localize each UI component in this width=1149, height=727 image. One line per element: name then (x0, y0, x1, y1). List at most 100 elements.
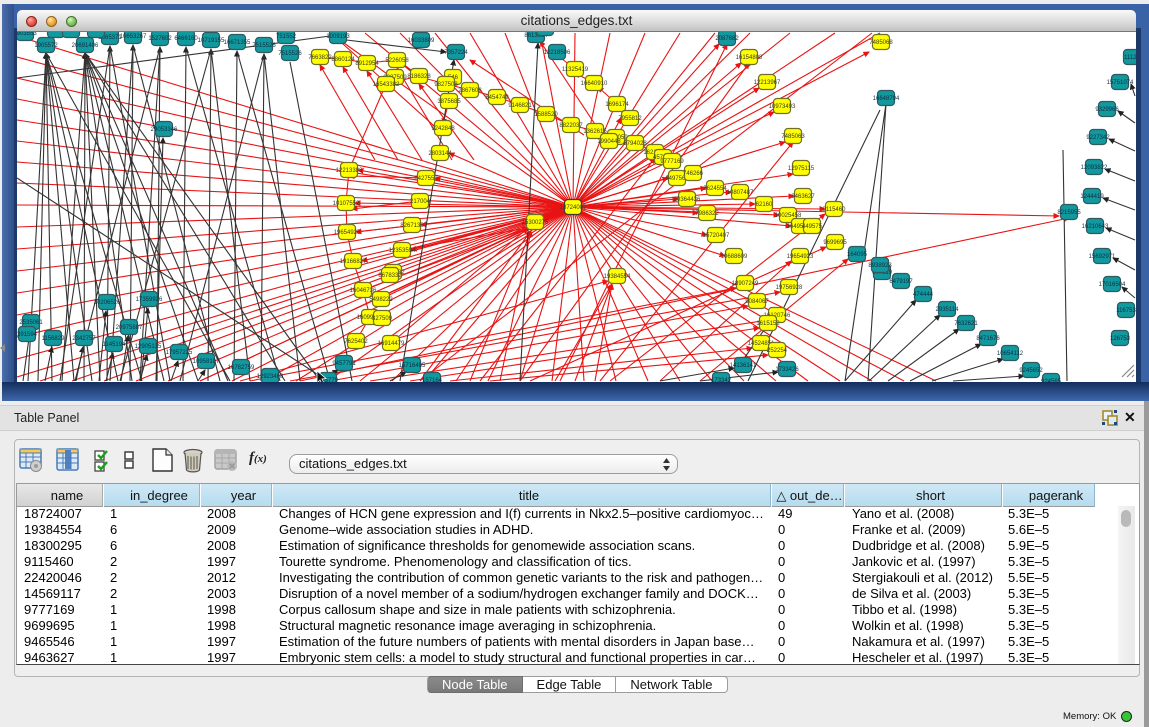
svg-text:9827508: 9827508 (434, 82, 458, 88)
svg-text:16033809: 16033809 (408, 38, 435, 44)
svg-text:1905572: 1905572 (34, 43, 58, 49)
svg-text:18907249: 18907249 (732, 281, 759, 287)
svg-text:8860124: 8860124 (331, 57, 355, 63)
svg-text:19654923: 19654923 (787, 254, 814, 260)
svg-text:16671355: 16671355 (224, 40, 251, 46)
svg-text:9457791: 9457791 (332, 361, 356, 367)
svg-text:9146821: 9146821 (508, 103, 532, 109)
svg-text:1990448: 1990448 (597, 139, 621, 145)
svg-text:8678332: 8678332 (378, 273, 402, 279)
svg-text:2087682: 2087682 (715, 36, 739, 42)
svg-text:9227342: 9227342 (1086, 135, 1110, 141)
svg-text:15300275: 15300275 (522, 220, 549, 226)
svg-text:9084067: 9084067 (745, 299, 769, 305)
svg-text:1615152: 1615152 (756, 321, 780, 327)
svg-text:12353594: 12353594 (389, 248, 416, 254)
svg-text:7485063: 7485063 (781, 134, 805, 140)
svg-text:9245652: 9245652 (1019, 368, 1043, 374)
svg-text:12093822: 12093822 (1081, 165, 1108, 171)
svg-text:7515526: 7515526 (252, 43, 276, 49)
svg-text:10807487: 10807487 (727, 190, 754, 196)
svg-text:7357224: 7357224 (444, 50, 468, 56)
svg-text:8186328: 8186328 (407, 74, 431, 80)
svg-text:6466160: 6466160 (174, 36, 198, 42)
svg-text:8822037: 8822037 (559, 123, 583, 129)
svg-text:19654925: 19654925 (334, 230, 361, 236)
svg-text:20206526: 20206526 (94, 300, 121, 306)
svg-text:9329966: 9329966 (1095, 107, 1119, 113)
svg-text:17957225: 17957225 (166, 350, 193, 356)
svg-text:8427552: 8427552 (414, 176, 438, 182)
svg-text:19166827: 19166827 (340, 259, 367, 265)
svg-text:8912954: 8912954 (355, 61, 379, 67)
svg-text:19384554: 19384554 (604, 274, 631, 280)
svg-text:2342757: 2342757 (72, 336, 96, 342)
svg-text:746266: 746266 (683, 171, 704, 177)
svg-text:7632621: 7632621 (954, 321, 978, 327)
svg-text:9777169: 9777169 (660, 159, 684, 165)
svg-text:924565: 924565 (1041, 379, 1062, 382)
svg-text:2069140: 2069140 (84, 32, 108, 34)
svg-text:20691406: 20691406 (72, 43, 99, 49)
svg-text:8454749: 8454749 (485, 95, 509, 101)
svg-text:17016504: 17016504 (1099, 282, 1126, 288)
svg-text:217004: 217004 (410, 199, 431, 205)
svg-text:2535061: 2535061 (19, 320, 43, 326)
svg-text:7625402: 7625402 (344, 339, 368, 345)
svg-text:3875685: 3875685 (437, 99, 461, 105)
svg-text:164095: 164095 (847, 252, 868, 258)
svg-text:3624554: 3624554 (703, 186, 727, 192)
svg-text:10688609: 10688609 (721, 254, 748, 260)
svg-text:10958107: 10958107 (193, 359, 220, 365)
svg-text:16782759: 16782759 (228, 365, 255, 371)
svg-text:12213967: 12213967 (754, 80, 781, 86)
svg-text:16914479: 16914479 (378, 341, 405, 347)
svg-text:20975887: 20975887 (116, 325, 143, 331)
svg-text:8267130: 8267130 (400, 223, 424, 229)
svg-text:17359926: 17359926 (136, 297, 163, 303)
svg-text:474444: 474444 (913, 292, 934, 298)
svg-text:1527602: 1527602 (148, 36, 172, 42)
svg-text:15720407: 15720407 (703, 233, 730, 239)
svg-text:157164: 157164 (422, 378, 443, 382)
svg-text:2867608: 2867608 (458, 88, 482, 94)
svg-text:16154808: 16154808 (736, 55, 763, 61)
svg-text:173342: 173342 (711, 378, 732, 382)
svg-text:10973493: 10973493 (769, 104, 796, 110)
svg-text:6794028: 6794028 (623, 141, 647, 147)
svg-text:10107552: 10107552 (333, 201, 360, 207)
svg-text:15716485: 15716485 (399, 363, 426, 369)
svg-text:16210643: 16210643 (1082, 224, 1109, 230)
svg-text:1009193: 1009193 (326, 34, 350, 40)
svg-text:1696174: 1696174 (605, 102, 629, 108)
svg-text:20364436: 20364436 (674, 197, 701, 203)
svg-text:12923468: 12923468 (257, 374, 284, 380)
svg-text:10653267: 10653267 (120, 34, 147, 40)
svg-text:62160: 62160 (756, 202, 773, 208)
svg-text:751552: 751552 (276, 34, 297, 40)
svg-text:11123: 11123 (1124, 55, 1136, 61)
svg-text:7986322: 7986322 (695, 211, 719, 217)
svg-text:5498222: 5498222 (369, 297, 393, 303)
svg-text:11325419: 11325419 (562, 67, 589, 73)
svg-text:9242848: 9242848 (431, 126, 455, 132)
svg-text:8938923: 8938923 (868, 263, 892, 269)
svg-text:16640910: 16640910 (581, 81, 608, 87)
svg-text:1156829: 1156829 (42, 336, 66, 342)
svg-text:2935114: 2935114 (936, 307, 960, 313)
svg-text:12218506: 12218506 (544, 50, 571, 56)
svg-text:19756928: 19756928 (776, 285, 803, 291)
svg-text:29053346: 29053346 (151, 127, 178, 133)
svg-text:18724007: 18724007 (560, 205, 587, 211)
svg-text:1244419: 1244419 (1080, 194, 1104, 200)
svg-text:9463627: 9463627 (791, 194, 815, 200)
svg-text:10719155: 10719155 (198, 38, 225, 44)
svg-text:10654112: 10654112 (997, 351, 1024, 357)
svg-text:1588520: 1588520 (534, 112, 558, 118)
svg-text:252254: 252254 (767, 348, 788, 354)
svg-text:7515526: 7515526 (278, 51, 302, 57)
svg-text:16543382: 16543382 (373, 82, 400, 88)
svg-text:449575: 449575 (802, 224, 823, 230)
svg-text:6479197: 6479197 (889, 279, 913, 285)
svg-text:8215955: 8215955 (1057, 210, 1081, 216)
